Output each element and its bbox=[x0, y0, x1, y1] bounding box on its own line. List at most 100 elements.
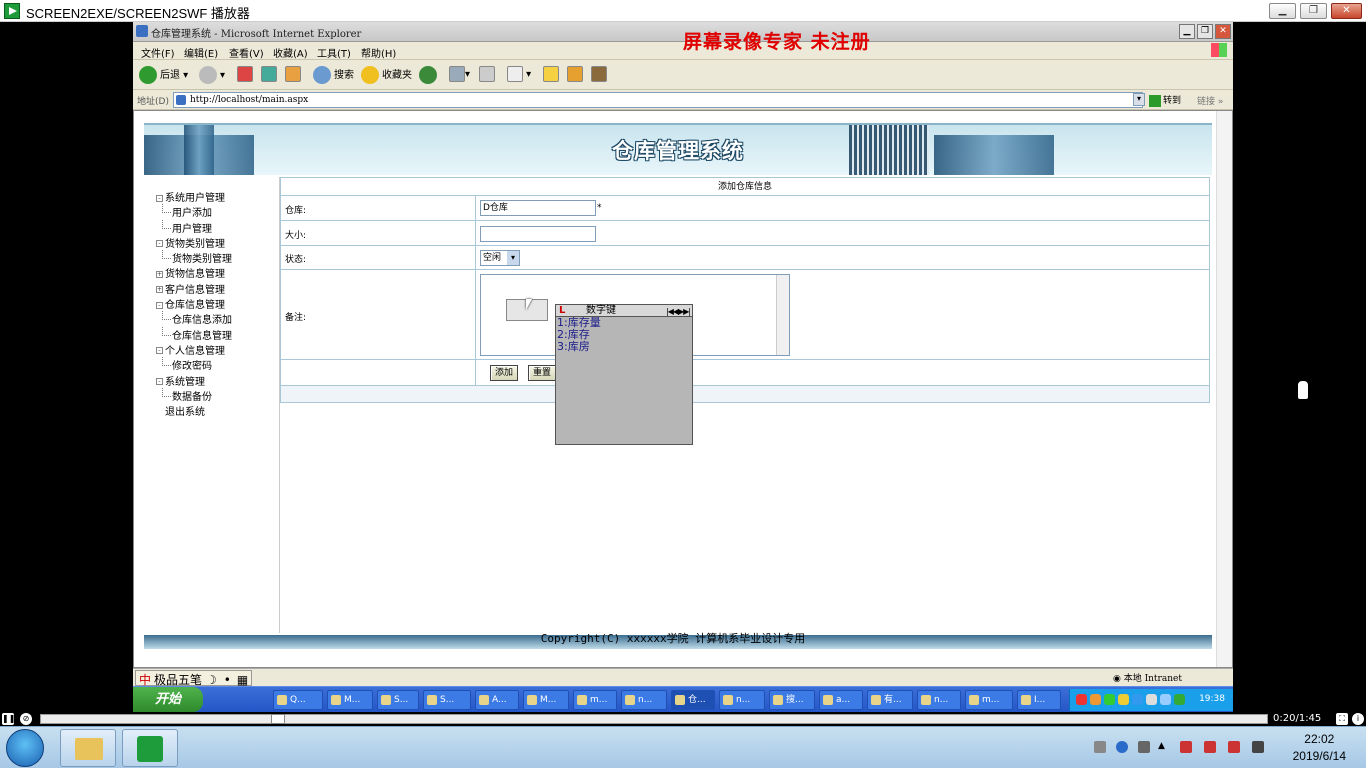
network-icon[interactable] bbox=[1180, 741, 1192, 753]
menu-help[interactable]: 帮助(H) bbox=[361, 45, 396, 60]
chevron-down-icon[interactable]: ▾ bbox=[507, 251, 519, 265]
tray-icon[interactable] bbox=[1090, 694, 1101, 705]
tray-icon[interactable] bbox=[1132, 694, 1143, 705]
windows-start-orb[interactable] bbox=[6, 729, 44, 767]
collapse-icon[interactable]: - bbox=[156, 347, 163, 355]
collapse-icon[interactable]: - bbox=[156, 301, 163, 309]
tree-item[interactable]: 用户添加 bbox=[156, 204, 232, 219]
tree-item[interactable]: - 个人信息管理 bbox=[156, 342, 232, 357]
collapse-icon[interactable]: - bbox=[156, 240, 163, 248]
tree-item[interactable]: 修改密码 bbox=[156, 357, 232, 372]
tree-item[interactable]: 仓库信息管理 bbox=[156, 326, 232, 342]
size-input[interactable] bbox=[480, 226, 596, 242]
signal-icon[interactable] bbox=[1252, 741, 1264, 753]
taskbar-window-button[interactable]: n... bbox=[917, 690, 961, 710]
taskbar-window-button[interactable]: Q... bbox=[273, 690, 323, 710]
add-button[interactable]: 添加 bbox=[490, 365, 518, 381]
seek-bar[interactable] bbox=[40, 714, 1268, 724]
taskbar-window-button[interactable]: n... bbox=[621, 690, 667, 710]
action-center-icon[interactable] bbox=[1228, 741, 1240, 753]
refresh-button[interactable] bbox=[261, 66, 277, 84]
taskbar-window-button[interactable]: S... bbox=[377, 690, 419, 710]
pen-icon[interactable] bbox=[1138, 741, 1150, 753]
ie-restore-button[interactable]: ❐ bbox=[1197, 24, 1213, 39]
stop-button[interactable] bbox=[237, 66, 253, 84]
expand-icon[interactable]: + bbox=[156, 286, 163, 294]
favorites-button[interactable]: 收藏夹 bbox=[361, 66, 412, 84]
taskbar-window-button[interactable]: 搜... bbox=[769, 690, 815, 710]
tray-icon[interactable] bbox=[1174, 694, 1185, 705]
reset-button[interactable]: 重置 bbox=[528, 365, 556, 381]
taskbar-window-button[interactable]: a... bbox=[819, 690, 863, 710]
menu-tools[interactable]: 工具(T) bbox=[317, 45, 351, 60]
tray-icon[interactable] bbox=[1160, 694, 1171, 705]
menu-file[interactable]: 文件(F) bbox=[141, 45, 175, 60]
taskbar-window-button[interactable]: m... bbox=[965, 690, 1013, 710]
tree-item[interactable]: 数据备份 bbox=[156, 387, 232, 403]
tree-item[interactable]: - 仓库信息管理 bbox=[156, 296, 232, 311]
edit-button[interactable]: ▾ bbox=[507, 66, 531, 84]
collapse-icon[interactable]: - bbox=[156, 194, 163, 202]
collapse-icon[interactable] bbox=[156, 409, 163, 416]
tree-item[interactable]: - 系统管理 bbox=[156, 373, 232, 388]
home-button[interactable] bbox=[285, 66, 301, 84]
fit-screen-icon[interactable]: ⛶ bbox=[1336, 713, 1348, 725]
close-button[interactable]: ✕ bbox=[1331, 3, 1362, 19]
taskbar-window-button[interactable]: 仓... bbox=[671, 690, 715, 710]
taskbar-window-button[interactable]: 有... bbox=[867, 690, 913, 710]
menu-edit[interactable]: 编辑(E) bbox=[184, 45, 218, 60]
maximize-button[interactable]: ❐ bbox=[1300, 3, 1327, 19]
address-input[interactable]: http://localhost/main.aspx bbox=[173, 92, 1143, 108]
tree-item[interactable]: + 客户信息管理 bbox=[156, 281, 232, 296]
taskbar-window-button[interactable]: I... bbox=[1017, 690, 1061, 710]
ime-candidate[interactable]: 3:库房 bbox=[556, 341, 692, 353]
taskbar-window-button[interactable]: M... bbox=[327, 690, 373, 710]
forward-button[interactable]: ▾ bbox=[199, 66, 225, 84]
player-pinned-icon[interactable] bbox=[122, 729, 178, 767]
print-button[interactable] bbox=[479, 66, 495, 84]
tree-item[interactable]: - 系统用户管理 bbox=[156, 189, 232, 204]
seek-thumb[interactable] bbox=[271, 714, 286, 724]
vertical-scrollbar[interactable] bbox=[1216, 111, 1232, 667]
taskbar-window-button[interactable]: S... bbox=[423, 690, 471, 710]
explorer-pinned-icon[interactable] bbox=[60, 729, 116, 767]
back-button[interactable]: 后退 ▾ bbox=[139, 66, 188, 84]
mail-button[interactable]: ▾ bbox=[449, 66, 470, 84]
volume-muted-icon[interactable] bbox=[1204, 741, 1216, 753]
tree-item[interactable]: 货物类别管理 bbox=[156, 250, 232, 265]
pause-icon[interactable]: ❚❚ bbox=[2, 713, 15, 725]
warehouse-input[interactable]: D仓库 bbox=[480, 200, 596, 216]
status-select[interactable]: 空闲 ▾ bbox=[480, 250, 520, 266]
stop-icon[interactable]: ⊘ bbox=[20, 713, 32, 725]
links-button[interactable]: 链接 » bbox=[1197, 94, 1223, 107]
tree-item[interactable]: - 货物类别管理 bbox=[156, 235, 232, 250]
taskbar-window-button[interactable]: A... bbox=[475, 690, 519, 710]
show-hidden-icon[interactable]: ▲ bbox=[1158, 741, 1170, 753]
ime-page-nav[interactable]: |◀◀▶▶| bbox=[666, 306, 691, 318]
tree-item[interactable]: 用户管理 bbox=[156, 219, 232, 235]
keyboard-icon[interactable] bbox=[1094, 741, 1106, 753]
win7-clock[interactable]: 22:02 2019/6/14 bbox=[1293, 731, 1346, 765]
tray-icon[interactable] bbox=[1104, 694, 1115, 705]
ie-close-button[interactable]: ✕ bbox=[1215, 24, 1231, 39]
address-dropdown-icon[interactable]: ▾ bbox=[1133, 93, 1145, 106]
tray-icon[interactable] bbox=[1146, 694, 1157, 705]
taskbar-window-button[interactable]: m... bbox=[573, 690, 617, 710]
ie-minimize-button[interactable]: ▁ bbox=[1179, 24, 1195, 39]
messenger-button[interactable] bbox=[591, 66, 607, 84]
tree-item[interactable]: + 货物信息管理 bbox=[156, 265, 232, 280]
tree-item[interactable]: 退出系统 bbox=[156, 403, 232, 418]
tray-icon[interactable] bbox=[1076, 694, 1087, 705]
collapse-icon[interactable]: - bbox=[156, 378, 163, 386]
tray-icon[interactable] bbox=[1118, 694, 1129, 705]
start-button[interactable]: 开始 bbox=[133, 687, 203, 712]
info-icon[interactable]: i bbox=[1352, 713, 1364, 725]
menu-favorites[interactable]: 收藏(A) bbox=[273, 45, 308, 60]
help-icon[interactable] bbox=[1116, 741, 1128, 753]
tree-item[interactable]: 仓库信息添加 bbox=[156, 311, 232, 326]
taskbar-window-button[interactable]: n... bbox=[719, 690, 765, 710]
taskbar-window-button[interactable]: M... bbox=[523, 690, 569, 710]
expand-icon[interactable]: + bbox=[156, 270, 163, 278]
ime-toolbar[interactable]: 中极品五笔 ☽ • ▦ bbox=[135, 670, 253, 687]
textarea-scrollbar[interactable] bbox=[776, 275, 789, 355]
